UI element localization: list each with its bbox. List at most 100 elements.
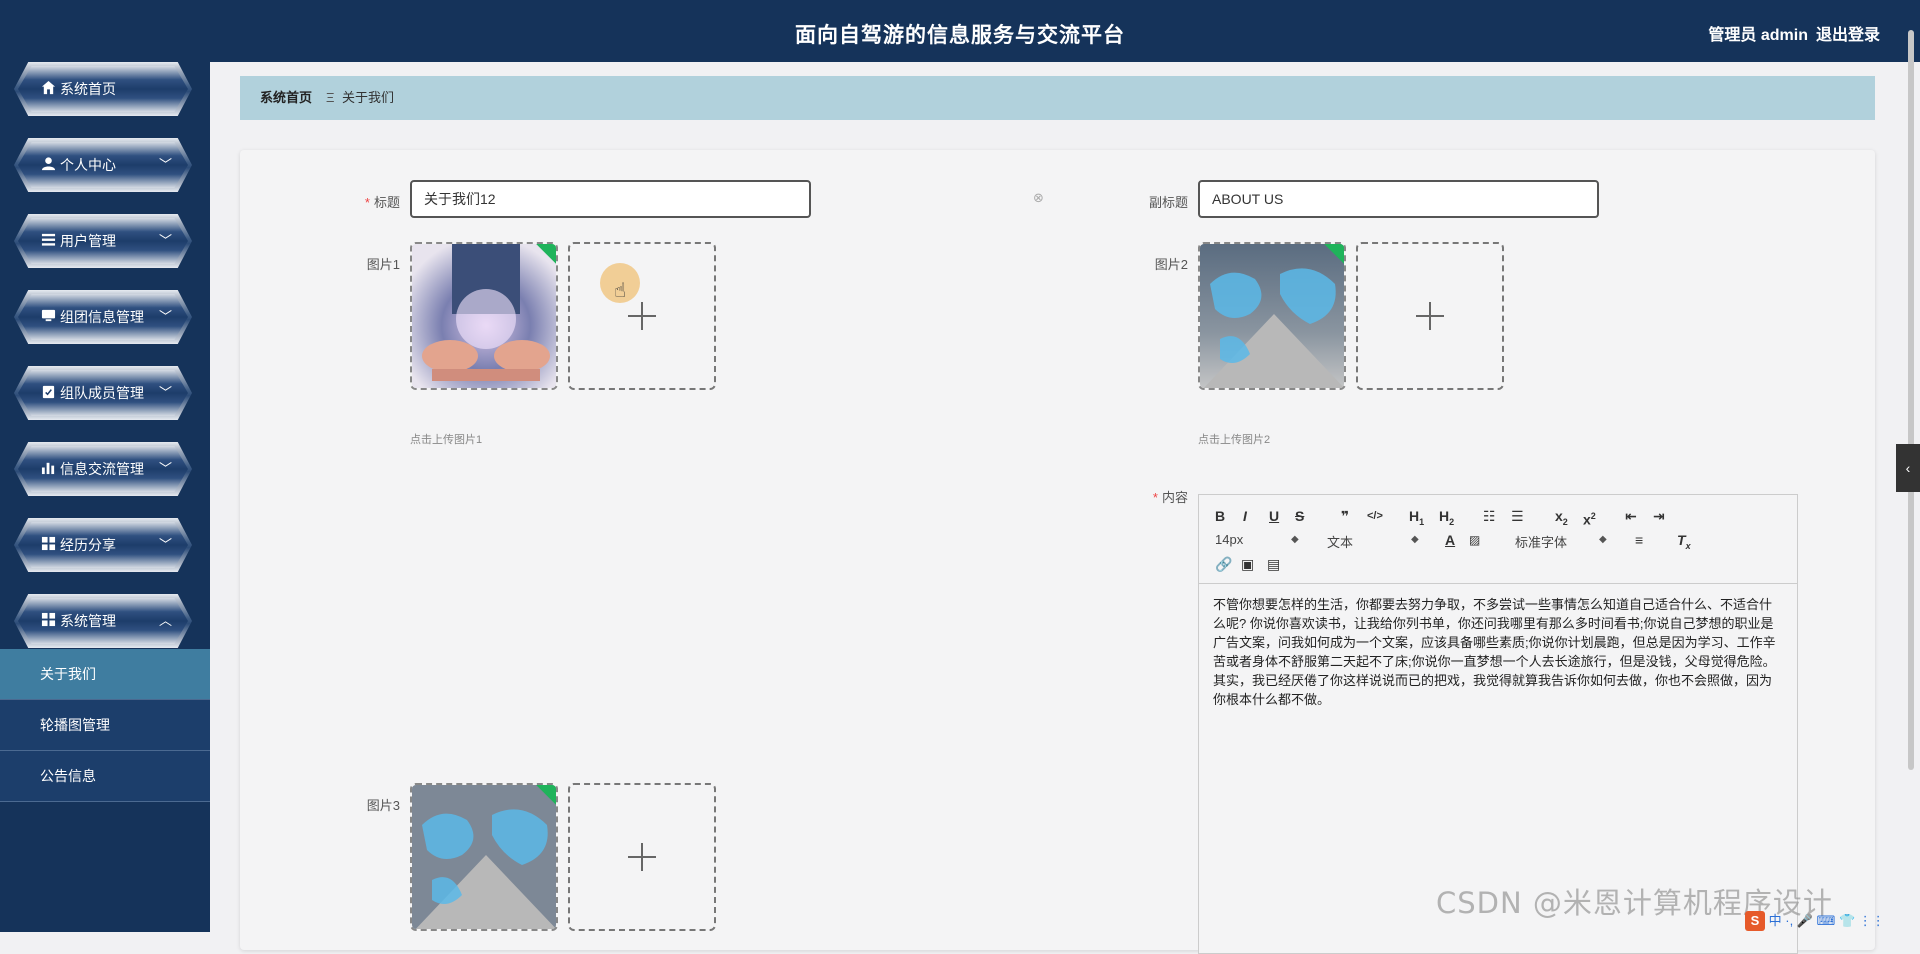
sidebar: 系统首页 个人中心 ﹀ 用户管理 ﹀ 组团信息管理 ﹀ 组队成员管理 ﹀ 信息交… <box>0 0 210 932</box>
sidebar-item-label: 组队成员管理 <box>60 385 144 401</box>
editor-toolbar: B I U S ❞ </> H1 H2 ☷ ☰ x2 x2 ⇤ ⇥ 14px ◆ … <box>1199 495 1797 584</box>
blockquote-button[interactable]: ❞ <box>1341 507 1349 525</box>
app-title: 面向自驾游的信息服务与交流平台 <box>795 24 1125 47</box>
home-icon <box>40 80 57 97</box>
pic1-upload-button[interactable] <box>568 242 716 390</box>
ordered-list-button[interactable]: ☷ <box>1483 507 1496 525</box>
grid-icon <box>40 612 57 629</box>
video-icon[interactable]: ▤ <box>1267 555 1280 573</box>
breadcrumb-home-link[interactable]: 系统首页 <box>260 76 312 120</box>
editor-content[interactable]: 不管你想要怎样的生活，你都要去努力争取，不多尝试一些事情怎么知道自己适合什么、不… <box>1213 595 1783 709</box>
italic-button[interactable]: I <box>1243 507 1247 525</box>
clear-icon[interactable]: ⊗ <box>1033 190 1044 206</box>
pic2-image <box>1200 244 1344 388</box>
subtitle-input[interactable]: ABOUT US <box>1198 180 1599 218</box>
heading2-button[interactable]: H2 <box>1439 507 1454 531</box>
sidebar-item-system-management[interactable]: 系统管理 ︿ <box>14 594 192 648</box>
page-scrollbar[interactable] <box>1908 30 1914 770</box>
sidebar-item-label: 组团信息管理 <box>60 309 144 325</box>
font-size-select[interactable]: 14px ◆ <box>1215 532 1299 547</box>
pic3-thumbnail[interactable] <box>410 783 558 931</box>
heading1-button[interactable]: H1 <box>1409 507 1424 531</box>
link-icon[interactable]: 🔗 <box>1215 555 1232 573</box>
font-family-select[interactable]: 标准字体 ◆ <box>1515 532 1607 551</box>
breadcrumb: 系统首页 Ξ 关于我们 <box>240 76 1875 120</box>
chevron-down-icon: ﹀ <box>158 309 172 324</box>
chevron-down-icon: ﹀ <box>158 157 172 172</box>
clipboard-icon <box>40 384 57 401</box>
sidebar-item-label: 个人中心 <box>60 157 116 173</box>
sidebar-item-users[interactable]: 用户管理 ﹀ <box>14 214 192 268</box>
title-label: * 标题 <box>364 195 400 210</box>
bullet-list-button[interactable]: ☰ <box>1511 507 1524 525</box>
pic2-label: 图片2 <box>1154 257 1188 272</box>
submenu-item-label: 公告信息 <box>40 768 96 784</box>
submenu-item-carousel[interactable]: 轮播图管理 <box>0 700 210 751</box>
subscript-button[interactable]: x2 <box>1555 507 1568 531</box>
pic1-label: 图片1 <box>366 257 400 272</box>
outdent-button[interactable]: ⇤ <box>1625 507 1637 525</box>
sidebar-item-label: 系统管理 <box>60 613 116 629</box>
chevron-left-icon[interactable]: ‹ <box>1896 444 1920 492</box>
pic3-label: 图片3 <box>366 798 400 813</box>
monitor-icon <box>40 308 57 325</box>
sidebar-item-label: 用户管理 <box>60 233 116 249</box>
sidebar-item-info-exchange[interactable]: 信息交流管理 ﹀ <box>14 442 192 496</box>
submenu-item-notices[interactable]: 公告信息 <box>0 751 210 802</box>
bar-chart-icon <box>40 460 57 477</box>
pic2-upload-button[interactable] <box>1356 242 1504 390</box>
strikethrough-button[interactable]: S <box>1295 507 1304 525</box>
admin-user-label: 管理员 admin <box>1708 27 1808 44</box>
breadcrumb-current: 关于我们 <box>342 90 395 105</box>
paragraph-select[interactable]: 文本 ◆ <box>1327 532 1419 551</box>
chevron-down-icon: ﹀ <box>158 537 172 552</box>
pic2-thumbnail[interactable] <box>1198 242 1346 390</box>
title-input[interactable]: 关于我们12 <box>410 180 811 218</box>
pic3-upload-button[interactable] <box>568 783 716 931</box>
chevron-down-icon: ﹀ <box>158 385 172 400</box>
sidebar-item-experience-share[interactable]: 经历分享 ﹀ <box>14 518 192 572</box>
pic1-hint: 点击上传图片1 <box>410 434 483 446</box>
plus-icon <box>1416 302 1444 330</box>
image-icon[interactable]: ▣ <box>1241 555 1254 573</box>
ime-status: 中 ·, 🎤 ⌨ 👕 ⋮⋮ <box>1768 913 1885 928</box>
submenu-item-label: 关于我们 <box>40 666 96 682</box>
plus-icon <box>628 302 656 330</box>
sidebar-item-label: 经历分享 <box>60 537 116 553</box>
user-icon <box>40 156 57 173</box>
code-button[interactable]: </> <box>1367 507 1383 525</box>
sidebar-item-label: 信息交流管理 <box>60 461 144 477</box>
background-color-button[interactable]: ▨ <box>1469 531 1480 549</box>
hand-cursor-icon: ☝ <box>614 280 627 302</box>
sidebar-item-home[interactable]: 系统首页 <box>14 62 192 116</box>
chevron-down-icon: ﹀ <box>158 233 172 248</box>
sogou-icon: S <box>1745 911 1765 931</box>
sidebar-item-group-info[interactable]: 组团信息管理 ﹀ <box>14 290 192 344</box>
bold-button[interactable]: B <box>1215 507 1225 525</box>
plus-icon <box>628 843 656 871</box>
indent-button[interactable]: ⇥ <box>1653 507 1665 525</box>
sidebar-item-team-members[interactable]: 组队成员管理 ﹀ <box>14 366 192 420</box>
sidebar-item-label: 系统首页 <box>60 81 116 97</box>
submenu-item-about-us[interactable]: 关于我们 <box>0 649 210 700</box>
pic1-thumbnail[interactable] <box>410 242 558 390</box>
ime-toolbar: S 中 ·, 🎤 ⌨ 👕 ⋮⋮ <box>1745 910 1885 932</box>
align-button[interactable]: ≡ <box>1635 531 1643 549</box>
grid-icon <box>40 536 57 553</box>
subtitle-label: 副标题 <box>1148 195 1188 210</box>
font-color-button[interactable]: A <box>1445 531 1455 549</box>
logout-button[interactable]: 退出登录 <box>1816 21 1880 45</box>
underline-button[interactable]: U <box>1269 507 1279 525</box>
list-icon <box>40 232 57 249</box>
pic1-image <box>412 244 556 388</box>
clear-format-button[interactable]: Tx <box>1677 531 1691 555</box>
chevron-up-icon: ︿ <box>158 613 172 628</box>
sidebar-item-personal-center[interactable]: 个人中心 ﹀ <box>14 138 192 192</box>
superscript-button[interactable]: x2 <box>1583 507 1596 529</box>
top-header: 面向自驾游的信息服务与交流平台 管理员 admin 退出登录 <box>0 0 1920 62</box>
breadcrumb-separator: Ξ <box>326 90 335 105</box>
pic2-hint: 点击上传图片2 <box>1198 434 1271 446</box>
chevron-down-icon: ﹀ <box>158 461 172 476</box>
pic3-image <box>412 785 556 929</box>
content-label: * 内容 <box>1152 490 1188 505</box>
